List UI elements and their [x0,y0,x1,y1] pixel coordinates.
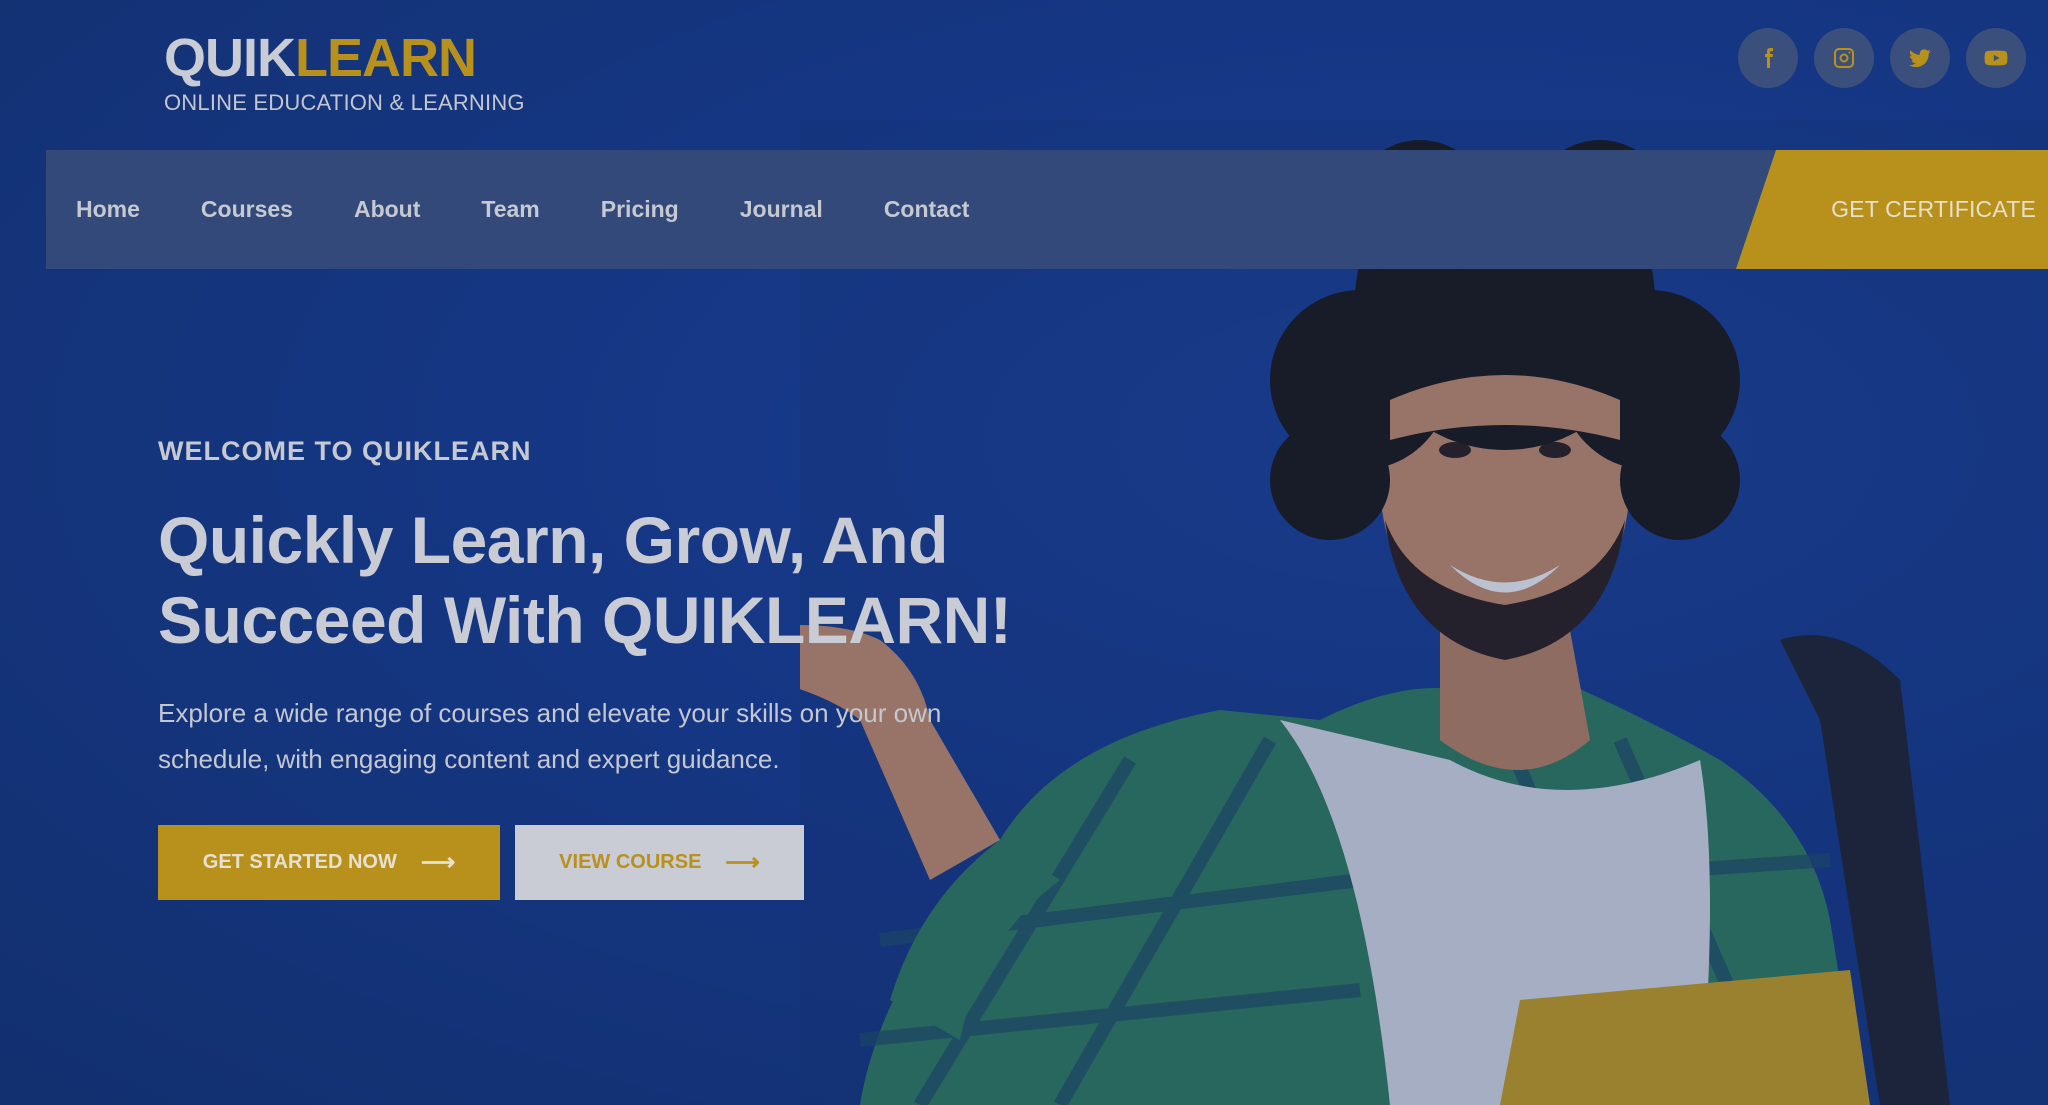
nav-journal[interactable]: Journal [740,196,823,223]
facebook-icon [1765,48,1773,68]
arrow-right-icon: ⟶ [725,849,760,876]
hero-eyebrow: WELCOME TO QUIKLEARN [158,436,532,466]
view-course-label: VIEW COURSE [559,851,702,873]
twitter-link[interactable] [1890,28,1950,88]
hero-headline-line1: Quickly Learn, Grow, And [158,503,948,577]
view-course-button[interactable]: VIEW COURSE ⟶ [515,825,804,900]
hero-description-line1: Explore a wide range of courses and elev… [158,698,942,728]
hero-section: QUIKLEARN ONLINE EDUCATION & LEARNING Ho… [0,0,2048,1105]
youtube-icon [1984,50,2008,66]
twitter-icon [1909,49,1931,68]
hero-description: Explore a wide range of courses and elev… [158,690,1018,782]
nav-contact[interactable]: Contact [884,196,970,223]
brand-tagline: ONLINE EDUCATION & LEARNING [164,90,525,115]
nav-about[interactable]: About [354,196,420,223]
get-started-button[interactable]: GET STARTED NOW ⟶ [158,825,500,900]
arrow-right-icon: ⟶ [420,849,456,876]
facebook-link[interactable] [1738,28,1798,88]
instagram-link[interactable] [1814,28,1874,88]
hero-headline-line2: Succeed With QUIKLEARN! [158,583,1012,657]
get-certificate-button[interactable]: GET CERTIFICATE [1736,150,2048,269]
nav-home[interactable]: Home [76,196,140,223]
get-certificate-label: GET CERTIFICATE [1831,196,2036,222]
social-links [1738,28,2026,88]
nav-pricing[interactable]: Pricing [601,196,679,223]
youtube-link[interactable] [1966,28,2026,88]
brand-name-part2: LEARN [295,28,477,88]
nav-courses[interactable]: Courses [201,196,293,223]
brand-name: QUIKLEARN [164,30,525,86]
hero-description-line2: schedule, with engaging content and expe… [158,744,780,774]
nav-menu: Home Courses About Team Pricing Journal … [76,150,1030,269]
get-started-label: GET STARTED NOW [202,851,397,873]
instagram-icon [1834,48,1854,68]
brand-name-part1: QUIK [164,28,296,88]
brand-logo[interactable]: QUIKLEARN ONLINE EDUCATION & LEARNING [164,30,525,116]
nav-team[interactable]: Team [481,196,539,223]
hero-headline: Quickly Learn, Grow, And Succeed With QU… [158,500,1058,660]
